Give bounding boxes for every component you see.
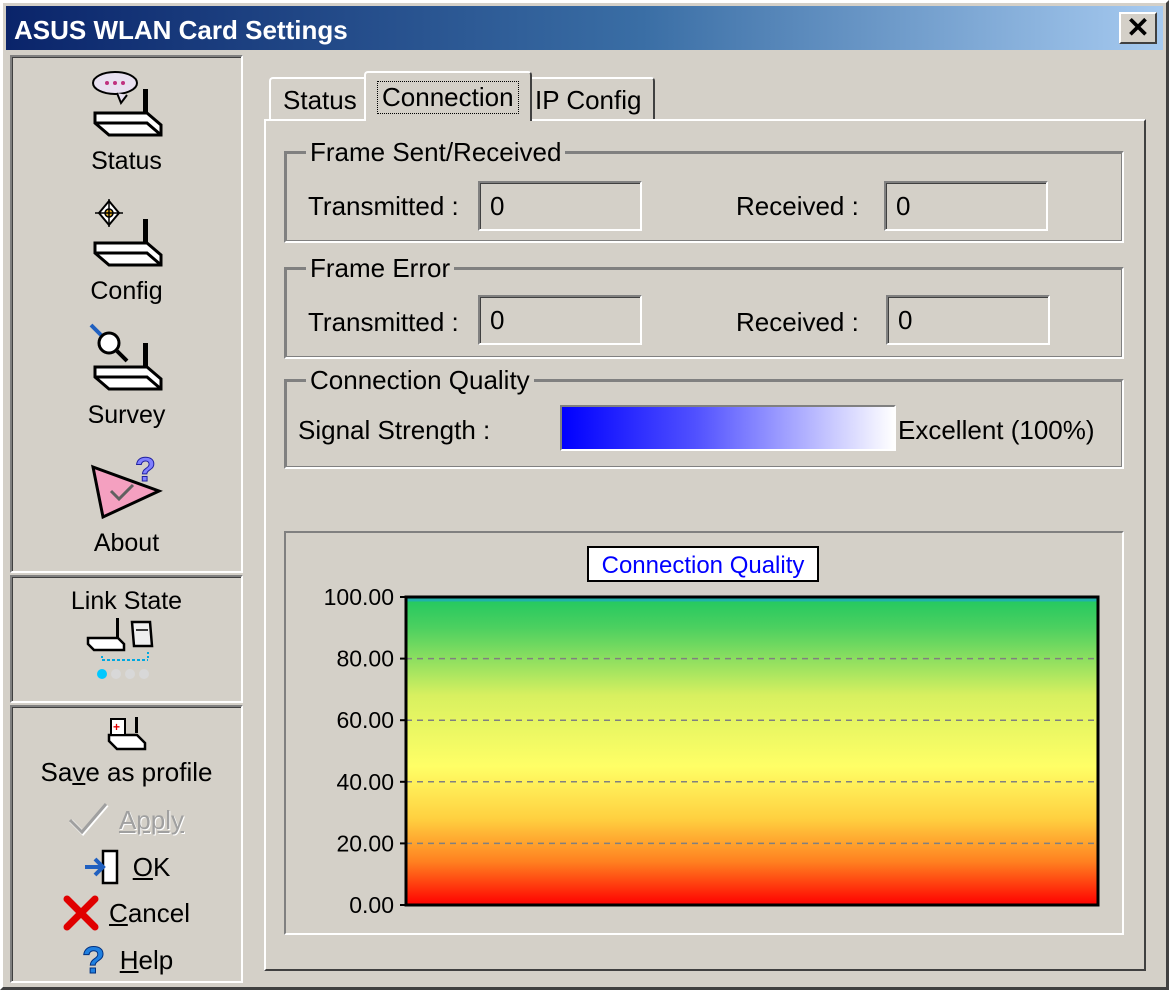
transmitted-value-field: 0 xyxy=(478,181,642,231)
quality-area xyxy=(406,597,1098,905)
group-title: Connection Quality xyxy=(306,365,534,396)
group-title: Frame Sent/Received xyxy=(306,137,566,168)
apply-button[interactable]: Apply xyxy=(12,803,241,837)
transmitted-label: Transmitted : xyxy=(308,307,459,337)
connection-quality-chart: Connection Quality 100.00 80.00 60.00 40.00… xyxy=(284,531,1124,935)
sidebar-item-config[interactable]: Config xyxy=(12,199,241,306)
y-tick-label: 80.00 xyxy=(336,646,394,672)
y-tick-label: 0.00 xyxy=(349,892,394,918)
router-chat-icon xyxy=(91,71,162,137)
question-mark-icon: ? xyxy=(81,941,105,979)
link-state: Link State xyxy=(12,585,241,686)
signal-strength-text: Excellent (100%) xyxy=(898,415,1095,445)
signal-strength-bar xyxy=(560,405,896,451)
link-state-label: Link State xyxy=(70,587,183,615)
svg-text:?: ? xyxy=(135,451,156,489)
y-tick-label: 40.00 xyxy=(336,769,394,795)
sidebar-item-label: Config xyxy=(90,277,163,305)
y-tick-label: 100.00 xyxy=(324,584,394,610)
actions-panel: + Save as profile Apply OK Cancel ? Help xyxy=(10,705,243,983)
save-profile-button[interactable]: + Save as profile xyxy=(12,715,241,788)
frame-error-group: Frame Error Transmitted : 0 Received : 0 xyxy=(284,253,1124,359)
frame-sent-received-group: Frame Sent/Received Transmitted : 0 Rece… xyxy=(284,137,1124,243)
main-window: ASUS WLAN Card Settings ✕ Status Config … xyxy=(0,0,1169,990)
red-x-icon xyxy=(63,895,99,931)
received-label: Received : xyxy=(736,191,859,221)
chart-svg: Connection Quality 100.00 80.00 60.00 40.00… xyxy=(324,546,1100,918)
close-button[interactable]: ✕ xyxy=(1119,12,1157,44)
save-profile-label: Save as profile xyxy=(40,757,213,787)
help-label: Help xyxy=(119,944,174,975)
sidebar-item-label: Status xyxy=(91,147,162,175)
signal-strength-label: Signal Strength : xyxy=(298,415,491,445)
link-state-icon xyxy=(86,618,153,679)
sidebar-item-label: About xyxy=(93,529,160,557)
help-button[interactable]: ? Help xyxy=(12,941,241,979)
checkmark-icon xyxy=(68,803,109,836)
chart-title: Connection Quality xyxy=(602,552,805,579)
sidebar-item-label: Survey xyxy=(87,401,166,429)
transmitted-label: Transmitted : xyxy=(308,191,459,221)
tab-connection[interactable]: Connection xyxy=(364,71,532,121)
received-label: Received : xyxy=(736,307,859,337)
tab-status[interactable]: Status xyxy=(269,77,371,121)
ok-button[interactable]: OK xyxy=(12,849,241,885)
tab-ip-config[interactable]: IP Config xyxy=(521,77,656,121)
y-tick-label: 20.00 xyxy=(336,830,394,856)
signal-strength-fill xyxy=(562,407,894,449)
svg-text:?: ? xyxy=(82,941,105,979)
about-help-icon: ? xyxy=(90,451,163,520)
received-value-field: 0 xyxy=(884,181,1048,231)
sidebar-item-status[interactable]: Status xyxy=(12,69,241,176)
sidebar-item-survey[interactable]: Survey xyxy=(12,323,241,430)
group-title: Frame Error xyxy=(306,253,455,284)
save-profile-icon: + xyxy=(107,717,146,751)
cancel-label: Cancel xyxy=(109,897,190,928)
router-config-icon xyxy=(93,199,162,267)
link-state-panel: Link State xyxy=(10,575,243,703)
svg-text:+: + xyxy=(113,720,120,734)
connection-tab-page: Frame Sent/Received Transmitted : 0 Rece… xyxy=(264,119,1146,971)
title-bar[interactable]: ASUS WLAN Card Settings ✕ xyxy=(6,6,1163,50)
received-value-field: 0 xyxy=(886,295,1050,345)
plot-area: 100.00 80.00 60.00 40.00 20.00 0.00 xyxy=(324,584,1100,918)
apply-label: Apply xyxy=(118,804,185,835)
transmitted-value-field: 0 xyxy=(478,295,642,345)
cancel-button[interactable]: Cancel xyxy=(12,895,241,931)
ok-label: OK xyxy=(132,851,171,882)
close-icon: ✕ xyxy=(1126,12,1150,43)
exit-door-icon xyxy=(84,849,118,885)
sidebar-nav-panel: Status Config Survey ? About xyxy=(10,55,243,573)
window-title: ASUS WLAN Card Settings xyxy=(14,15,348,45)
router-survey-icon xyxy=(89,323,162,391)
sidebar-item-about[interactable]: ? About xyxy=(12,451,241,558)
connection-quality-group: Connection Quality Signal Strength : Exc… xyxy=(284,365,1124,469)
y-tick-label: 60.00 xyxy=(336,707,394,733)
